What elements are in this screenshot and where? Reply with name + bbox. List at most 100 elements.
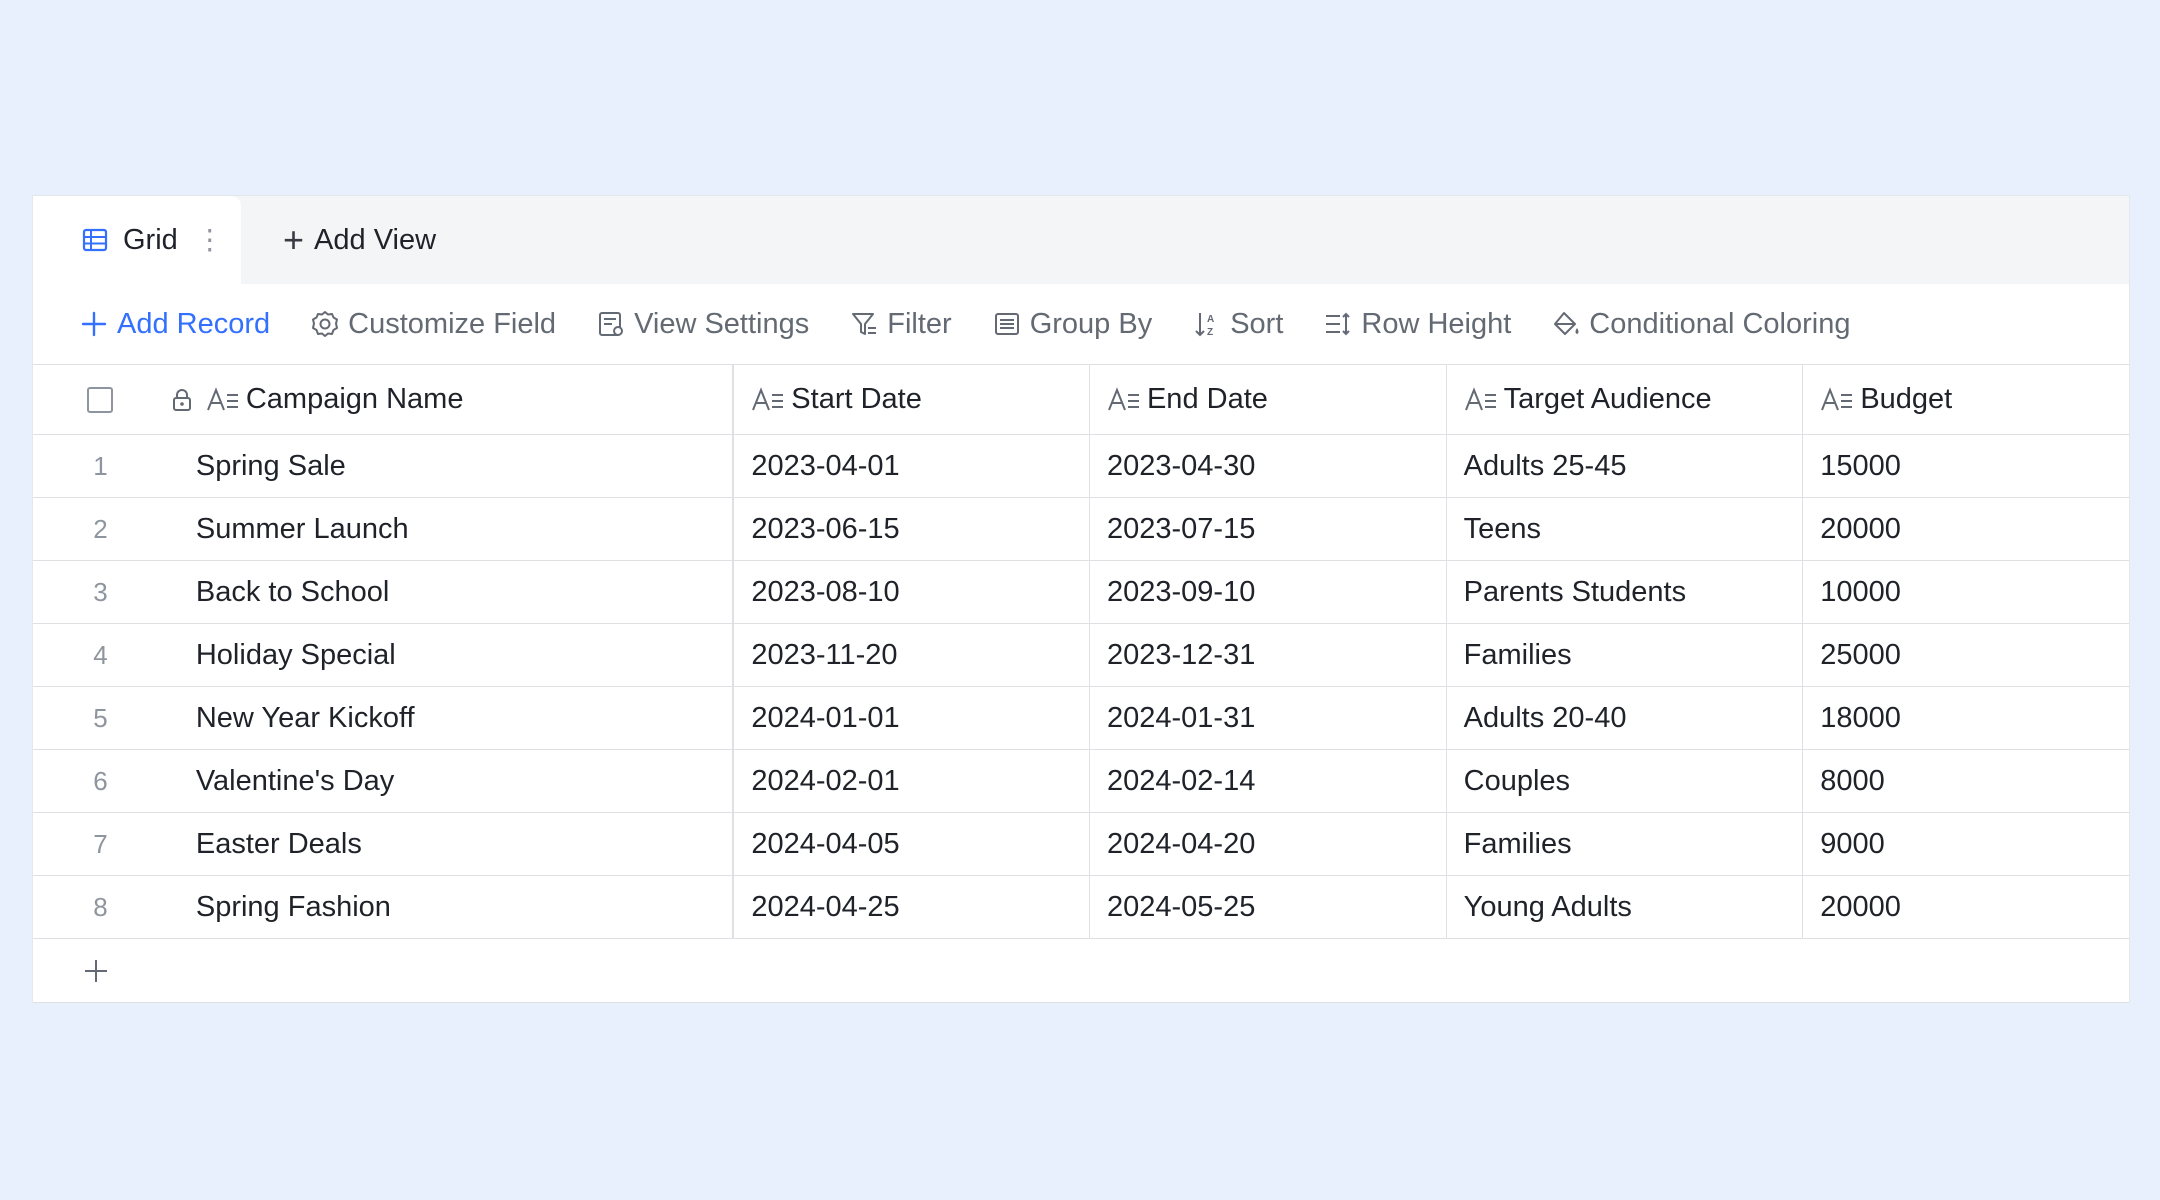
cell-end-date[interactable]: 2023-12-31 [1088,624,1446,686]
text-field-icon [206,386,238,410]
column-header-label: Campaign Name [245,383,464,415]
group-by-icon [994,313,1019,335]
cell-end-date[interactable]: 2023-04-30 [1088,435,1446,497]
cell-end-date[interactable]: 2024-01-31 [1088,687,1446,749]
column-header-budget[interactable]: Budget [1802,365,2129,434]
add-view-label: Add View [314,223,437,256]
row-height-label: Row Height [1361,307,1512,340]
table-row[interactable]: 2 Summer Launch 2023-06-15 2023-07-15 Te… [33,497,2129,560]
cell-start-date[interactable]: 2023-04-01 [732,435,1089,497]
cell-start-date[interactable]: 2024-02-01 [732,750,1089,812]
table-row[interactable]: 1 Spring Sale 2023-04-01 2023-04-30 Adul… [33,434,2129,497]
sort-button[interactable]: A Z Sort [1192,308,1283,341]
cell-target-audience[interactable]: Couples [1445,750,1803,812]
text-field-icon [1464,386,1496,410]
grid-view-panel: Grid ⋮ + Add View Add Record Customize F… [32,195,2130,1003]
row-index: 3 [93,576,108,607]
cell-end-date[interactable]: 2024-02-14 [1088,750,1446,812]
filter-button[interactable]: Filter [849,307,952,341]
column-header-start-date[interactable]: Start Date [732,365,1089,434]
text-field-icon [1821,386,1853,410]
cell-start-date[interactable]: 2023-11-20 [732,624,1089,686]
cell-target-audience[interactable]: Families [1445,624,1803,686]
table-row[interactable]: 8 Spring Fashion 2024-04-25 2024-05-25 Y… [33,875,2129,938]
more-vertical-icon[interactable]: ⋮ [196,226,224,254]
cell-budget[interactable]: 18000 [1802,687,2129,749]
cell-target-audience[interactable]: Adults 25-45 [1445,435,1803,497]
row-height-icon [1326,312,1351,336]
cell-start-date[interactable]: 2024-04-05 [732,813,1089,875]
view-tab-strip: Grid ⋮ + Add View [33,196,2129,284]
row-index: 8 [93,891,108,922]
add-view-button[interactable]: + Add View [283,196,436,284]
table-row[interactable]: 6 Valentine's Day 2024-02-01 2024-02-14 … [33,749,2129,812]
column-header-end-date[interactable]: End Date [1088,365,1446,434]
cell-campaign-name[interactable]: Spring Sale [168,435,732,497]
cell-campaign-name[interactable]: New Year Kickoff [168,687,732,749]
row-index: 4 [93,639,108,670]
cell-end-date[interactable]: 2023-07-15 [1088,498,1446,560]
customize-field-button[interactable]: Customize Field [310,308,556,341]
sort-label: Sort [1230,307,1284,340]
select-all-checkbox[interactable] [87,386,114,413]
add-record-label: Add Record [117,307,271,340]
cell-budget[interactable]: 9000 [1802,813,2129,875]
data-table: Campaign Name Start Date End Date Target… [33,364,2129,1003]
cell-budget[interactable]: 10000 [1802,561,2129,623]
paint-bucket-icon [1554,312,1579,335]
group-by-label: Group By [1029,307,1153,340]
column-header-label: Target Audience [1503,383,1712,415]
cell-campaign-name[interactable]: Valentine's Day [168,750,732,812]
text-field-icon [752,386,784,410]
view-settings-icon [599,312,624,336]
cell-campaign-name[interactable]: Back to School [168,561,732,623]
group-by-button[interactable]: Group By [992,307,1153,341]
filter-icon [852,313,877,335]
cell-budget[interactable]: 20000 [1802,498,2129,560]
row-index: 6 [93,765,108,796]
cell-budget[interactable]: 15000 [1802,435,2129,497]
table-row[interactable]: 7 Easter Deals 2024-04-05 2024-04-20 Fam… [33,812,2129,875]
cell-budget[interactable]: 8000 [1802,750,2129,812]
row-index: 1 [93,450,108,481]
column-header-target-audience[interactable]: Target Audience [1445,365,1803,434]
cell-target-audience[interactable]: Teens [1445,498,1803,560]
column-header-campaign-name[interactable]: Campaign Name [168,365,732,434]
cell-end-date[interactable]: 2023-09-10 [1088,561,1446,623]
view-settings-button[interactable]: View Settings [596,308,809,341]
cell-end-date[interactable]: 2024-04-20 [1088,813,1446,875]
view-settings-label: View Settings [634,307,810,340]
text-field-icon [1108,386,1139,410]
cell-campaign-name[interactable]: Summer Launch [168,498,732,560]
add-row-button[interactable] [33,938,2129,1003]
cell-target-audience[interactable]: Adults 20-40 [1445,687,1803,749]
row-height-button[interactable]: Row Height [1323,308,1511,341]
cell-campaign-name[interactable]: Spring Fashion [168,876,732,938]
cell-campaign-name[interactable]: Holiday Special [168,624,732,686]
table-row[interactable]: 3 Back to School 2023-08-10 2023-09-10 P… [33,560,2129,623]
cell-budget[interactable]: 25000 [1802,624,2129,686]
row-index: 5 [93,702,108,733]
filter-label: Filter [887,307,952,340]
cell-target-audience[interactable]: Young Adults [1445,876,1803,938]
cell-target-audience[interactable]: Parents Students [1445,561,1803,623]
cell-target-audience[interactable]: Families [1445,813,1803,875]
table-row[interactable]: 5 New Year Kickoff 2024-01-01 2024-01-31… [33,686,2129,749]
cell-campaign-name[interactable]: Easter Deals [168,813,732,875]
conditional-coloring-button[interactable]: Conditional Coloring [1551,308,1850,341]
cell-start-date[interactable]: 2023-08-10 [732,561,1089,623]
svg-text:A: A [1207,314,1214,325]
conditional-coloring-label: Conditional Coloring [1589,307,1851,340]
column-header-label: End Date [1146,383,1268,415]
add-record-button[interactable]: Add Record [79,308,270,341]
cell-end-date[interactable]: 2024-05-25 [1088,876,1446,938]
cell-start-date[interactable]: 2024-01-01 [732,687,1089,749]
cell-budget[interactable]: 20000 [1802,876,2129,938]
cell-start-date[interactable]: 2024-04-25 [732,876,1089,938]
sort-icon: A Z [1195,313,1214,338]
table-row[interactable]: 4 Holiday Special 2023-11-20 2023-12-31 … [33,623,2129,686]
cell-start-date[interactable]: 2023-06-15 [732,498,1089,560]
column-header-label: Budget [1860,383,1953,415]
tab-grid[interactable]: Grid ⋮ [33,196,241,284]
column-header-label: Start Date [791,383,922,415]
